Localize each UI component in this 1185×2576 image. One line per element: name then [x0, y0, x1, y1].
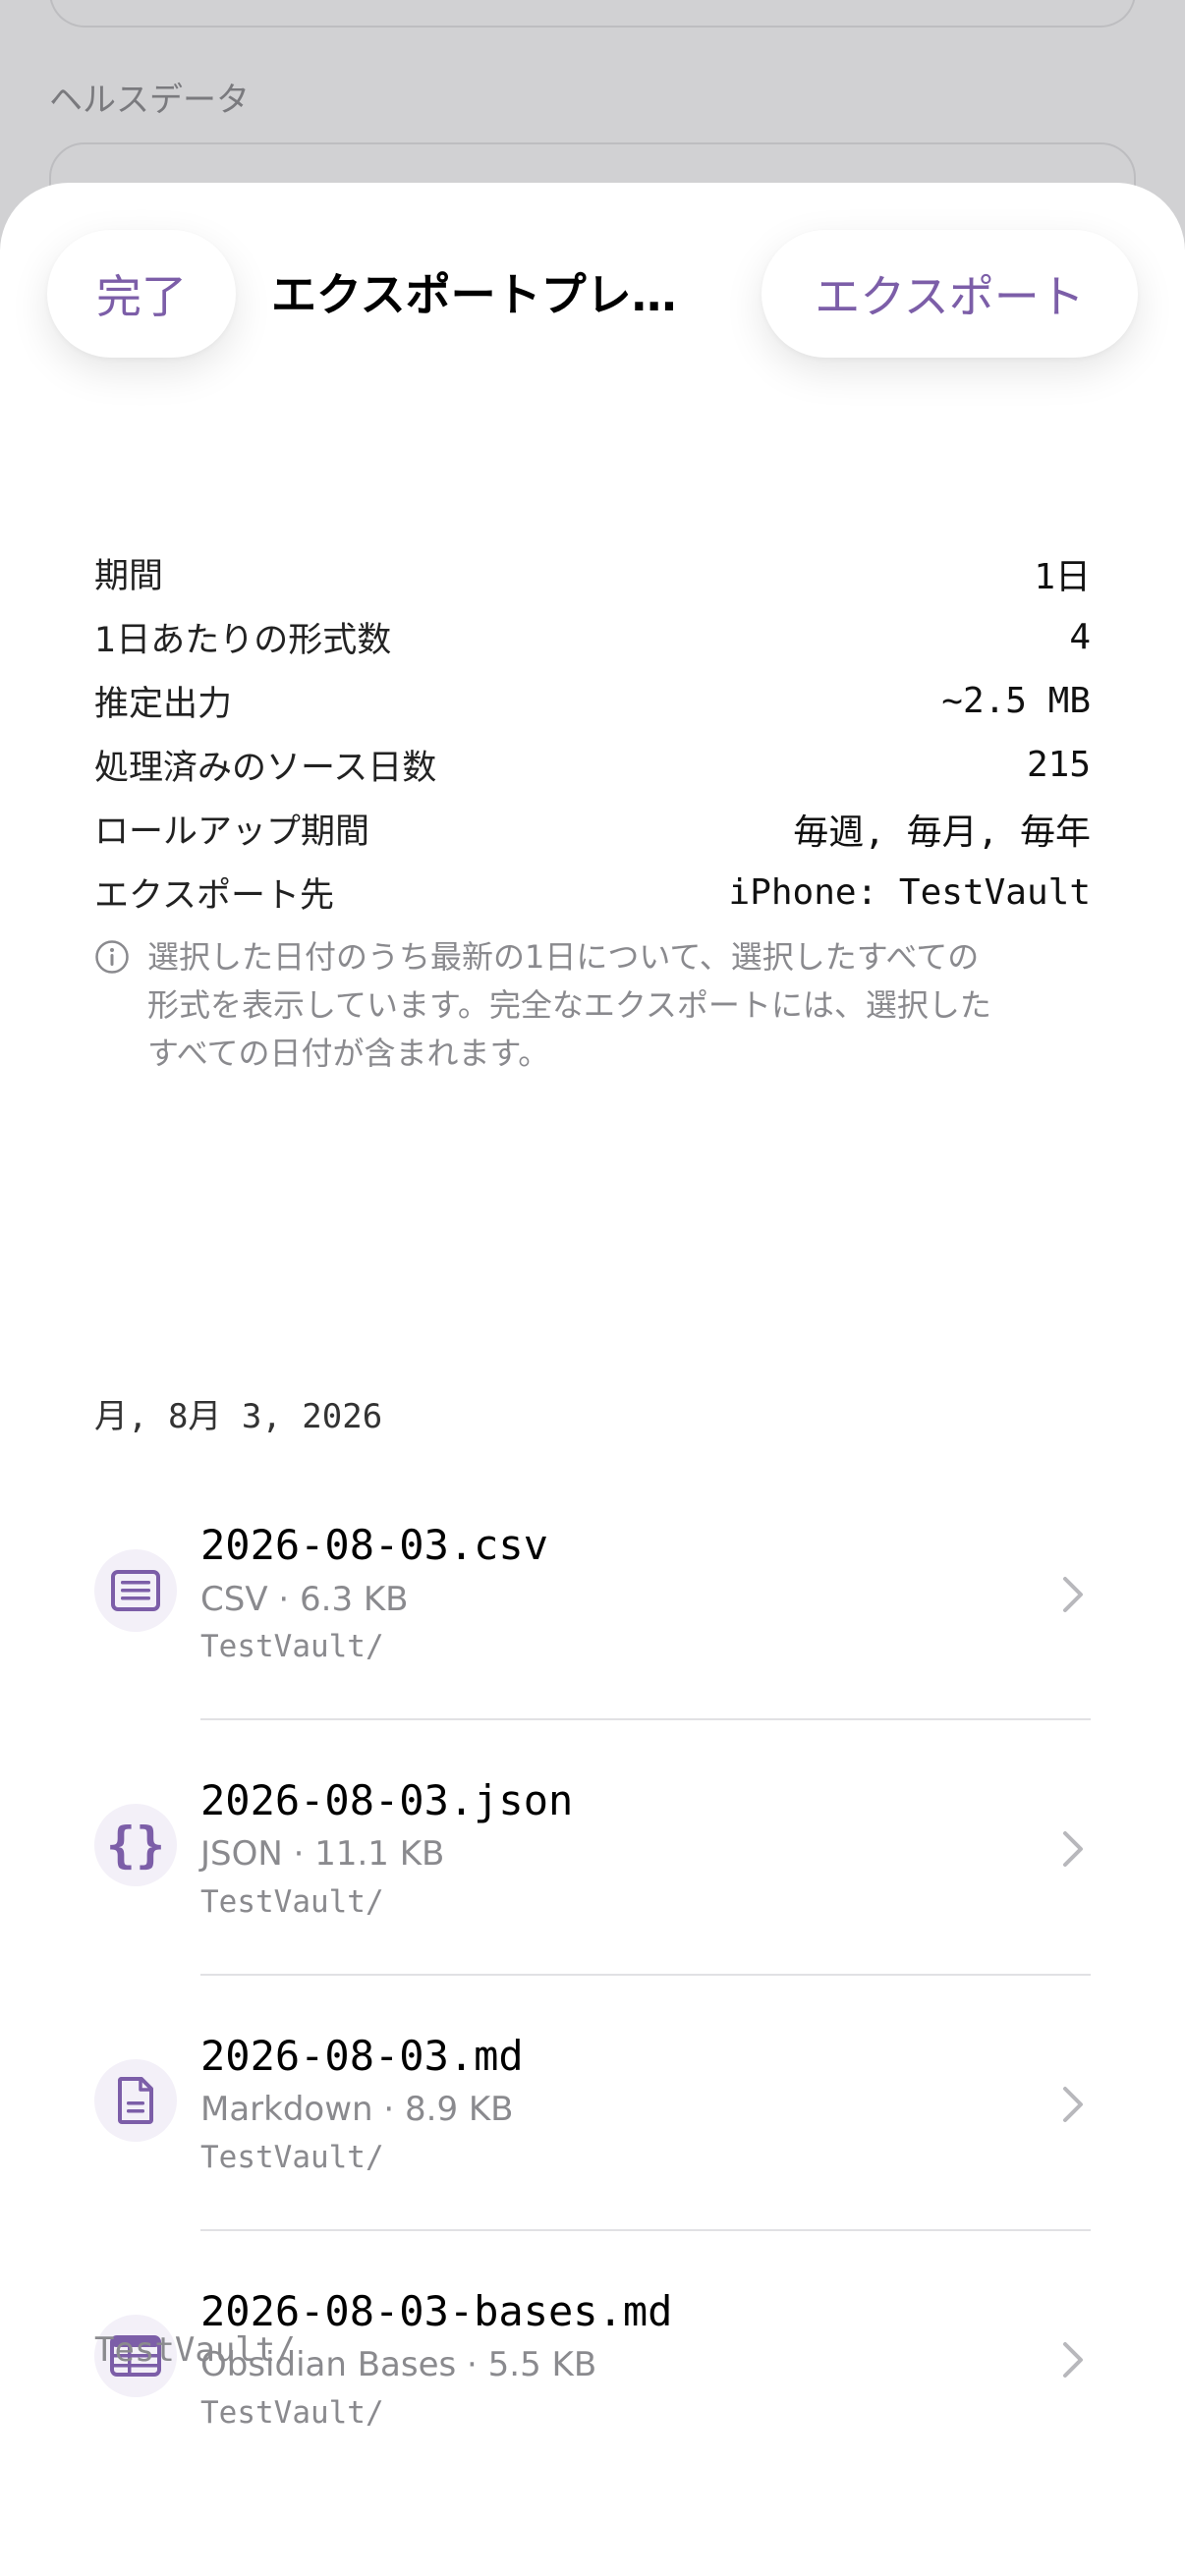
summary-row-rollup-periods: ロールアップ期間 毎週, 毎月, 毎年: [94, 797, 1091, 861]
file-name: 2026-08-03-bases.md: [200, 2287, 673, 2335]
date-section-header: 月, 8月 3, 2026: [94, 1397, 383, 1436]
preview-note: 選択した日付のうち最新の1日について、選択したすべての 形式を表示しています。完…: [94, 933, 1091, 1078]
chevron-right-icon: [1063, 2342, 1083, 2378]
summary-label: ロールアップ期間: [94, 812, 370, 852]
summary-value: iPhone: TestVault: [728, 872, 1091, 913]
file-path: TestVault/: [200, 2395, 384, 2431]
summary-value: 毎週, 毎月, 毎年: [793, 812, 1091, 853]
note-text: 選択した日付のうち最新の1日について、選択したすべての 形式を表示しています。完…: [147, 933, 991, 1078]
summary-label: エクスポート先: [94, 876, 334, 916]
row-divider: [200, 2229, 1091, 2231]
export-button[interactable]: エクスポート: [762, 230, 1138, 358]
summary-value: 4: [1069, 617, 1091, 657]
done-button[interactable]: 完了: [47, 230, 236, 358]
chevron-right-icon: [1063, 1577, 1083, 1612]
chevron-right-icon: [1063, 1831, 1083, 1867]
background-section-label: ヘルスデータ: [49, 81, 250, 120]
background-card: [49, 0, 1136, 28]
file-meta: CSV · 6.3 KB: [200, 1580, 409, 1619]
file-name: 2026-08-03.json: [200, 1776, 574, 1824]
summary-row-formats-per-day: 1日あたりの形式数 4: [94, 605, 1091, 669]
export-preview-sheet: 完了 エクスポートプレ… エクスポート 期間 1日 1日あたりの形式数 4 推定…: [0, 183, 1185, 2576]
summary-row-destination: エクスポート先 iPhone: TestVault: [94, 861, 1091, 924]
list-document-icon: [94, 1549, 177, 1632]
curly-braces-icon: {}: [94, 1804, 177, 1886]
summary-label: 1日あたりの形式数: [94, 621, 392, 660]
row-divider: [200, 1974, 1091, 1976]
info-icon: [95, 940, 129, 974]
sheet-title: エクスポートプレ…: [271, 268, 677, 321]
file-name: 2026-08-03.md: [200, 2032, 524, 2080]
text-document-icon: [94, 2059, 177, 2142]
summary-value: 1日: [1034, 556, 1091, 597]
file-path: TestVault/: [200, 1884, 384, 1920]
summary-row-estimated-output: 推定出力 ~2.5 MB: [94, 669, 1091, 733]
file-row-markdown[interactable]: 2026-08-03.md Markdown · 8.9 KB TestVaul…: [0, 1981, 1185, 2207]
file-name: 2026-08-03.csv: [200, 1521, 549, 1569]
note-line: 形式を表示しています。完全なエクスポートには、選択した: [147, 986, 991, 1024]
summary-label: 推定出力: [94, 685, 233, 724]
note-line: すべての日付が含まれます。: [147, 1035, 550, 1072]
file-meta: JSON · 11.1 KB: [200, 1834, 445, 1874]
summary-list: 期間 1日 1日あたりの形式数 4 推定出力 ~2.5 MB 処理済みのソース日…: [94, 541, 1091, 924]
file-row-csv[interactable]: 2026-08-03.csv CSV · 6.3 KB TestVault/: [0, 1470, 1185, 1696]
file-meta: Markdown · 8.9 KB: [200, 2090, 514, 2129]
note-line: 選択した日付のうち最新の1日について、選択したすべての: [147, 938, 980, 976]
file-path: TestVault/: [200, 2140, 384, 2175]
summary-row-source-days: 処理済みのソース日数 215: [94, 733, 1091, 797]
file-path: TestVault/: [200, 1629, 384, 1664]
chevron-right-icon: [1063, 2087, 1083, 2122]
row-divider: [200, 1718, 1091, 1720]
file-row-json[interactable]: {} 2026-08-03.json JSON · 11.1 KB TestVa…: [0, 1725, 1185, 1951]
destination-path-footer: TestVault/: [94, 2330, 296, 2370]
summary-value: ~2.5 MB: [941, 681, 1091, 721]
summary-value: 215: [1026, 745, 1091, 785]
summary-label: 期間: [94, 557, 164, 596]
summary-label: 処理済みのソース日数: [94, 749, 437, 788]
summary-row-period: 期間 1日: [94, 541, 1091, 605]
